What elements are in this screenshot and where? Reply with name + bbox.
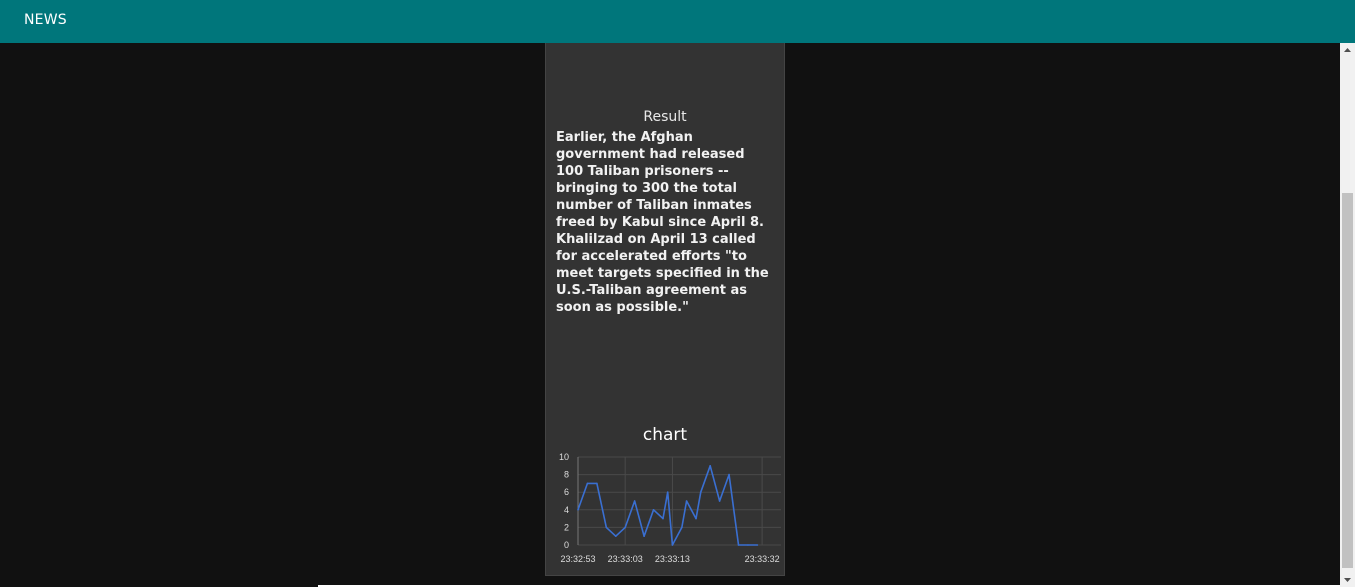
chart-title: chart — [642, 425, 688, 445]
x-tick-label: 23:33:13 — [655, 554, 690, 564]
data-point — [577, 509, 579, 511]
x-tick-label: 23:32:53 — [560, 554, 595, 564]
data-point — [671, 544, 674, 546]
data-point — [652, 509, 655, 511]
data-point — [737, 544, 740, 546]
data-point — [681, 526, 683, 529]
data-point — [643, 535, 645, 537]
x-tick-label: 23:33:03 — [608, 554, 643, 564]
result-label: Result — [643, 109, 687, 125]
vertical-scrollbar[interactable] — [1340, 43, 1355, 587]
data-point — [685, 500, 688, 502]
data-point — [695, 517, 697, 520]
data-point — [728, 473, 730, 476]
y-tick-label: 2 — [564, 522, 569, 532]
data-point — [624, 526, 627, 529]
series-line — [577, 464, 758, 546]
result-text: Earlier, the Afghan government had relea… — [556, 130, 769, 315]
line-chart: 0 2 4 6 8 10 23:32:53 23:33:03 23:33:13 23:33:32 — [559, 452, 781, 564]
data-point — [699, 491, 702, 493]
data-point — [756, 544, 759, 546]
data-point — [666, 491, 669, 493]
y-tick-label: 10 — [559, 452, 569, 462]
data-point — [633, 500, 636, 502]
data-point — [718, 500, 721, 502]
main-content: Result Earlier, the Afghan government ha… — [0, 43, 1340, 587]
scrollbar-thumb[interactable] — [1342, 193, 1353, 568]
data-point — [747, 544, 749, 546]
data-point — [709, 465, 711, 467]
chevron-up-icon[interactable] — [1340, 43, 1355, 57]
y-tick-label: 6 — [564, 487, 569, 497]
top-app-bar: NEWS — [0, 0, 1355, 43]
data-point — [662, 517, 664, 520]
data-point — [614, 535, 617, 537]
data-point — [586, 482, 589, 485]
y-tick-label: 4 — [564, 505, 569, 515]
data-point — [596, 482, 598, 485]
y-tick-label: 0 — [564, 540, 569, 550]
news-card: Result Earlier, the Afghan government ha… — [545, 43, 785, 576]
y-tick-label: 8 — [564, 470, 569, 480]
x-tick-label: 23:33:32 — [745, 554, 780, 564]
chevron-down-icon[interactable] — [1340, 573, 1355, 587]
data-point — [605, 526, 608, 529]
app-title: NEWS — [24, 12, 67, 28]
